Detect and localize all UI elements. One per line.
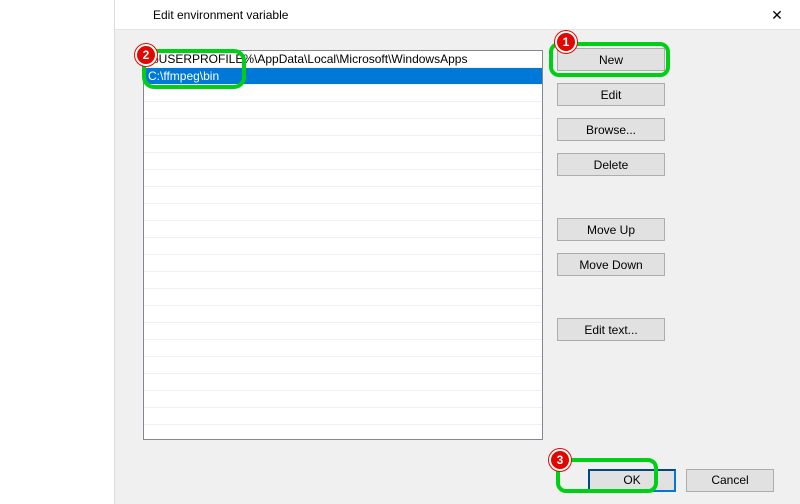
list-item[interactable]: %USERPROFILE%\AppData\Local\Microsoft\Wi…	[144, 51, 542, 68]
list-item-empty[interactable]	[144, 272, 542, 289]
list-item-empty[interactable]	[144, 391, 542, 408]
edit-button[interactable]: Edit	[557, 83, 665, 106]
move-down-button[interactable]: Move Down	[557, 253, 665, 276]
list-item-empty[interactable]	[144, 119, 542, 136]
list-item-empty[interactable]	[144, 85, 542, 102]
close-button[interactable]: ✕	[754, 0, 800, 30]
list-item-empty[interactable]	[144, 408, 542, 425]
list-item-empty[interactable]	[144, 357, 542, 374]
list-item-empty[interactable]	[144, 306, 542, 323]
move-up-button[interactable]: Move Up	[557, 218, 665, 241]
new-button[interactable]: New	[557, 48, 665, 71]
list-item-empty[interactable]	[144, 374, 542, 391]
list-item-empty[interactable]	[144, 289, 542, 306]
dialog-title: Edit environment variable	[153, 8, 288, 22]
list-item-empty[interactable]	[144, 221, 542, 238]
list-item-empty[interactable]	[144, 204, 542, 221]
list-item-empty[interactable]	[144, 255, 542, 272]
list-item-empty[interactable]	[144, 238, 542, 255]
titlebar: Edit environment variable ✕	[115, 0, 800, 30]
bottom-button-row: OK Cancel	[115, 460, 800, 500]
delete-button[interactable]: Delete	[557, 153, 665, 176]
browse-button[interactable]: Browse...	[557, 118, 665, 141]
dialog-window: Edit environment variable ✕ %USERPROFILE…	[114, 0, 800, 504]
list-item-empty[interactable]	[144, 187, 542, 204]
path-listbox[interactable]: %USERPROFILE%\AppData\Local\Microsoft\Wi…	[143, 50, 543, 440]
list-item-empty[interactable]	[144, 136, 542, 153]
list-item-selected[interactable]: C:\ffmpeg\bin	[144, 68, 542, 85]
list-item-empty[interactable]	[144, 323, 542, 340]
dialog-body: %USERPROFILE%\AppData\Local\Microsoft\Wi…	[115, 30, 800, 504]
list-item-empty[interactable]	[144, 170, 542, 187]
list-item-empty[interactable]	[144, 102, 542, 119]
ok-button[interactable]: OK	[588, 469, 676, 492]
edit-text-button[interactable]: Edit text...	[557, 318, 665, 341]
close-icon: ✕	[771, 7, 783, 24]
list-item-empty[interactable]	[144, 153, 542, 170]
list-item-empty[interactable]	[144, 340, 542, 357]
cancel-button[interactable]: Cancel	[686, 469, 774, 492]
side-button-column: New Edit Browse... Delete Move Up Move D…	[557, 48, 665, 353]
